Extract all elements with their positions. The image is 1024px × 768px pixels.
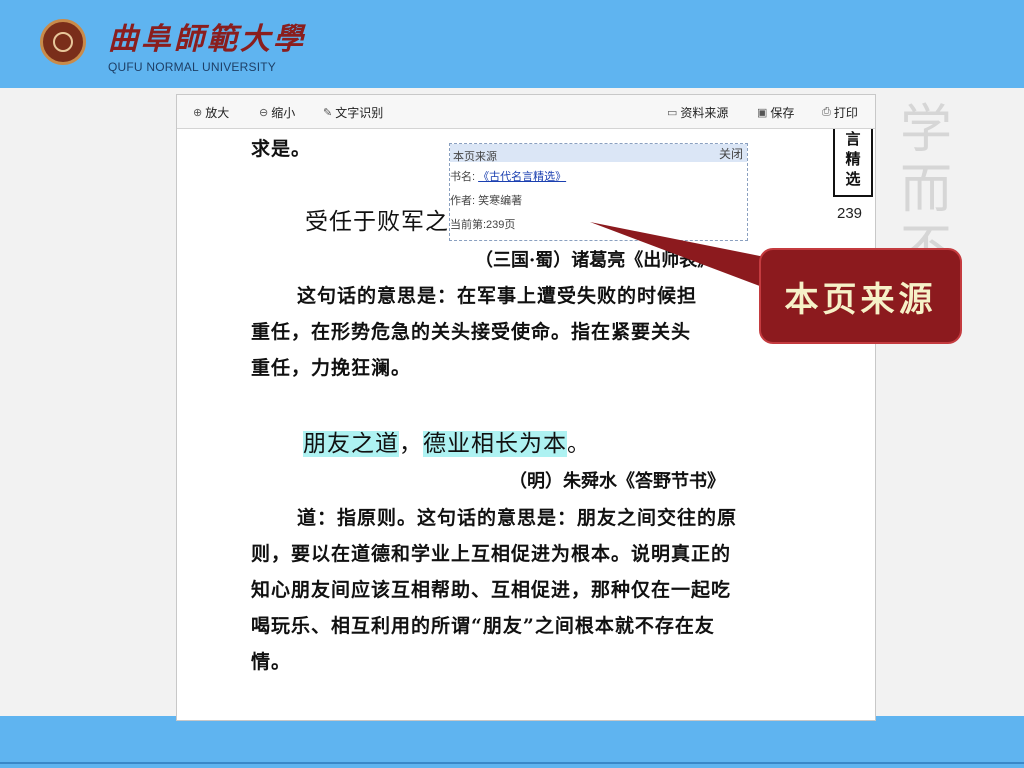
paragraph-2-line-5: 情。	[251, 651, 292, 673]
title-2-sep: ，	[399, 431, 423, 457]
viewer-toolbar: ⊕ 放大 ⊖ 缩小 ✎ 文字识别 ▭ 资料来源 ▣ 保存 ⎙ 打印	[177, 95, 875, 129]
bg-char-2: 而	[900, 160, 953, 220]
margin-char-3: 选	[845, 170, 861, 188]
margin-label: 言 精 选	[833, 129, 873, 197]
popup-author: 作者: 笑寒编著	[450, 195, 523, 207]
quote-title-1: 受任于败军之	[305, 209, 449, 235]
paragraph-2-line-2: 则，要以在道德和学业上互相促进为根本。说明真正的	[251, 543, 732, 565]
popup-title: 本页来源	[453, 151, 497, 163]
popup-book-row: 书名: 《古代名言精选》	[450, 168, 566, 184]
quote-source-2: （明）朱舜水《答野节书》	[509, 471, 725, 492]
highlight-1: 朋友之道	[303, 431, 399, 457]
print-label: 打印	[833, 106, 858, 120]
pencil-icon: ✎	[323, 107, 333, 119]
paragraph-1-line-2: 重任，在形势危急的关头接受使命。指在紧要关头	[251, 321, 692, 343]
zoom-in-label: 放大	[205, 106, 230, 120]
page-number: 239	[837, 205, 863, 222]
title-2-end: 。	[567, 431, 591, 457]
zoom-out-label: 缩小	[271, 106, 296, 120]
university-seal-icon	[40, 19, 86, 65]
university-name-en: QUFU NORMAL UNIVERSITY	[108, 60, 276, 74]
paragraph-1-line-3: 重任，力挽狂澜。	[251, 357, 412, 379]
paragraph-2-line-4: 喝玩乐、相互利用的所谓“朋友”之间根本就不存在友	[251, 615, 715, 637]
margin-char-1: 言	[845, 130, 861, 148]
source-icon: ▭	[667, 107, 678, 119]
ocr-button[interactable]: ✎ 文字识别	[323, 104, 383, 121]
highlight-2: 德业相长为本	[423, 431, 567, 457]
popup-header: 本页来源 关闭	[450, 144, 747, 163]
zoom-in-button[interactable]: ⊕ 放大	[193, 104, 229, 121]
paragraph-2-line-3: 知心朋友间应该互相帮助、互相促进，那种仅在一起吃	[251, 579, 732, 601]
source-button[interactable]: ▭ 资料来源	[667, 104, 728, 121]
source-label: 资料来源	[680, 106, 729, 120]
header-band: 曲阜師範大學 QUFU NORMAL UNIVERSITY	[0, 0, 1024, 88]
zoom-out-button[interactable]: ⊖ 缩小	[259, 104, 295, 121]
paragraph-2-line-1: 道：指原则。这句话的意思是：朋友之间交往的原	[297, 507, 738, 529]
quote-title-2: 朋友之道，德业相长为本。	[303, 424, 591, 458]
ocr-label: 文字识别	[335, 106, 384, 120]
bg-char-1: 学	[900, 100, 953, 160]
zoom-in-icon: ⊕	[193, 107, 203, 119]
zoom-out-icon: ⊖	[259, 107, 269, 119]
print-icon: ⎙	[822, 106, 831, 118]
book-label: 书名:	[450, 171, 476, 183]
book-title-link[interactable]: 《古代名言精选》	[478, 171, 566, 183]
margin-char-2: 精	[845, 150, 861, 168]
university-name-cn: 曲阜師範大學	[108, 22, 306, 57]
save-button[interactable]: ▣ 保存	[757, 104, 794, 121]
print-button[interactable]: ⎙ 打印	[822, 104, 858, 121]
popup-current-page: 当前第:239页	[450, 219, 516, 231]
footer-band	[0, 716, 1024, 768]
popup-close-button[interactable]: 关闭	[719, 145, 743, 162]
page-line-0: 求是。	[251, 138, 312, 160]
save-label: 保存	[770, 106, 795, 120]
callout-label: 本页来源	[759, 248, 962, 344]
save-icon: ▣	[757, 107, 768, 119]
